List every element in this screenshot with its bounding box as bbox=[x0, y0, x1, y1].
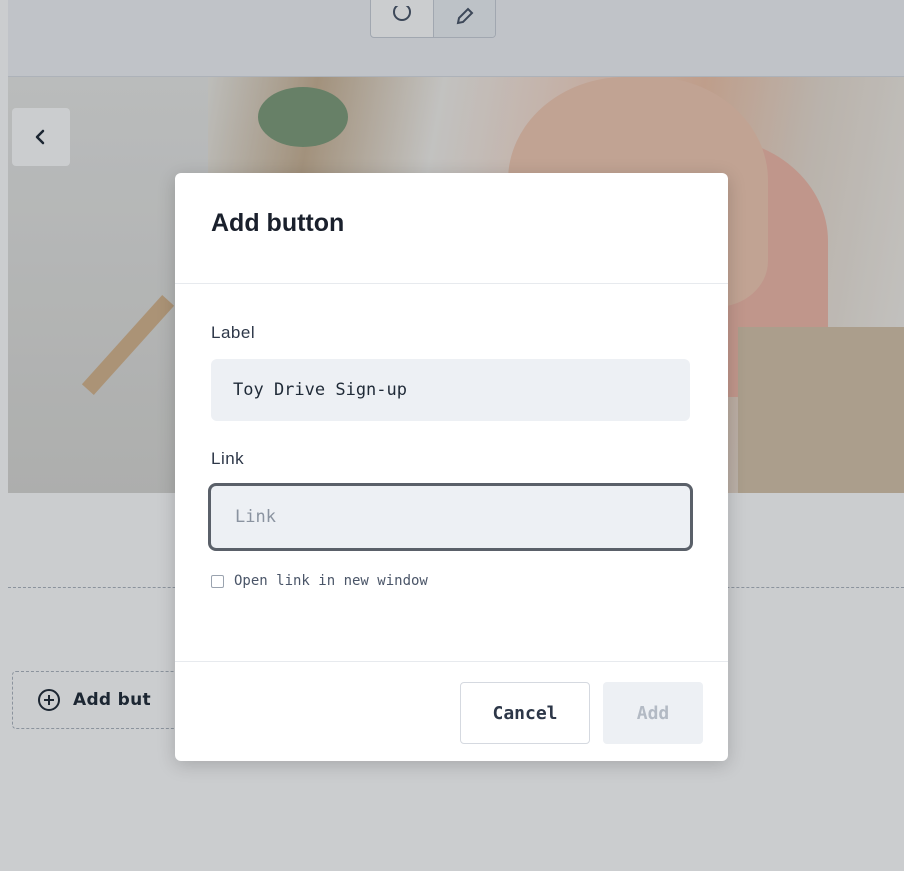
add-button-dialog: Add button Label Link Open link in new w… bbox=[175, 173, 728, 761]
dialog-title: Add button bbox=[211, 209, 345, 237]
link-field-label: Link bbox=[211, 449, 245, 468]
new-window-label: Open link in new window bbox=[234, 573, 428, 589]
cancel-button[interactable]: Cancel bbox=[460, 682, 590, 744]
label-input[interactable] bbox=[211, 359, 690, 421]
dialog-header-divider bbox=[175, 283, 728, 284]
new-window-option[interactable]: Open link in new window bbox=[211, 573, 428, 589]
link-input[interactable] bbox=[208, 483, 693, 551]
new-window-checkbox[interactable] bbox=[211, 574, 224, 588]
dialog-footer-divider bbox=[175, 661, 728, 662]
add-button[interactable]: Add bbox=[603, 682, 703, 744]
label-field-label: Label bbox=[211, 323, 256, 342]
